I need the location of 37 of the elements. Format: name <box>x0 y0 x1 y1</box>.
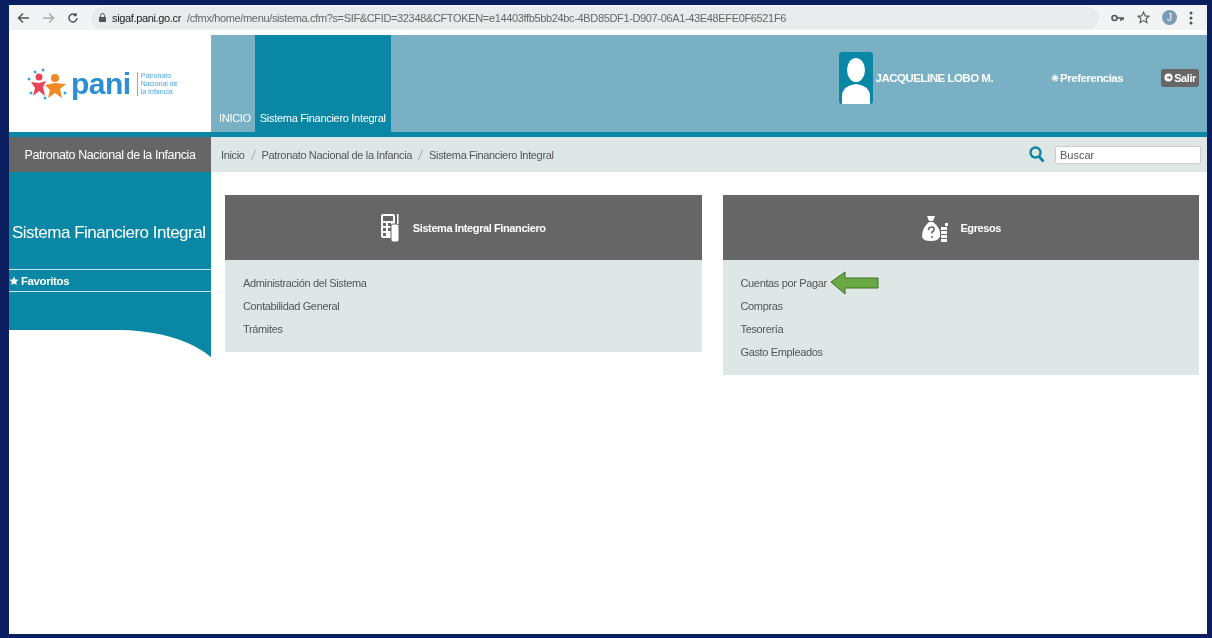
favorites-link[interactable]: Favoritos <box>9 269 211 292</box>
search-icon[interactable] <box>1029 146 1045 163</box>
logout-button[interactable]: Salir <box>1161 68 1199 87</box>
breadcrumb-separator <box>250 149 256 160</box>
module-link[interactable]: Cuentas por Pagar <box>740 277 827 289</box>
module-link[interactable]: Compras <box>740 300 783 312</box>
module-link[interactable]: Tesorería <box>740 323 784 335</box>
key-icon[interactable] <box>1111 13 1125 22</box>
reload-icon[interactable] <box>67 11 79 24</box>
breadcrumb-link[interactable]: Patronato Nacional de la Infancia <box>261 148 413 161</box>
module-link[interactable]: Administración del Sistema <box>243 277 367 289</box>
card-title: Sistema Integral Financiero <box>412 221 546 234</box>
sidebar-header: Patronato Nacional de la Infancia <box>9 137 211 172</box>
module-link[interactable]: Contabilidad General <box>243 300 340 312</box>
gear-icon <box>1051 73 1060 82</box>
logo-wordmark: pani <box>71 66 131 101</box>
user-name: JACQUELINE LOBO M. <box>875 71 994 84</box>
star-icon <box>9 275 19 286</box>
module-link[interactable]: Gasto Empleados <box>740 346 823 358</box>
star-icon[interactable] <box>1137 11 1150 24</box>
card-title: Egresos <box>960 221 1002 234</box>
children-logo-icon <box>25 66 69 101</box>
address-bar[interactable]: sigaf.pani.go.cr /cfmx/home/menu/sistema.cfm?s=SIF&CFID=32348&CFTOKEN=e14403ffb5bb24bc-4BD85DF1-D907-06A1-43E48EFE0F6521F6 <box>91 6 1099 29</box>
breadcrumb-separator <box>418 149 424 160</box>
breadcrumb-link[interactable]: Sistema Financiero Integral <box>429 148 554 161</box>
breadcrumb-link[interactable]: Inicio <box>221 148 245 161</box>
sidebar-title: Sistema Financiero Integral <box>11 222 207 244</box>
calculator-icon <box>380 213 401 242</box>
menu-icon[interactable] <box>1189 10 1193 25</box>
user-avatar-icon <box>838 51 873 104</box>
search-field[interactable]: Buscar <box>1055 145 1201 164</box>
back-icon[interactable] <box>17 11 30 24</box>
lock-icon <box>99 13 106 22</box>
nav-tab[interactable]: Sistema Financiero Integral <box>254 35 391 132</box>
module-link[interactable]: Trámites <box>243 323 283 335</box>
money-bag-icon <box>920 213 949 242</box>
logout-icon <box>1164 73 1174 82</box>
